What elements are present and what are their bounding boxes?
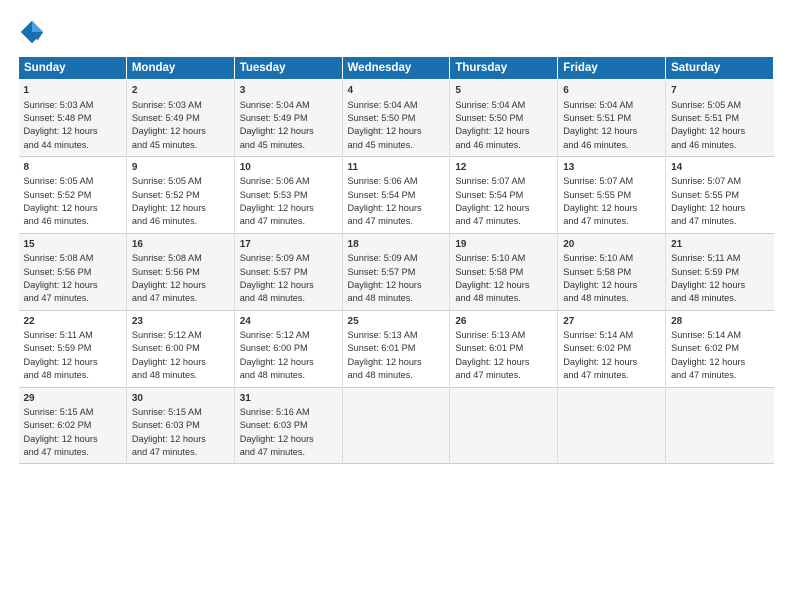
day-number: 3 <box>240 84 337 99</box>
day-number: 13 <box>563 161 660 176</box>
day-number: 30 <box>132 392 229 407</box>
week-row-1: 1Sunrise: 5:03 AMSunset: 5:48 PMDaylight… <box>19 80 774 157</box>
col-header-wednesday: Wednesday <box>342 57 450 80</box>
day-number: 7 <box>671 84 768 99</box>
day-number: 11 <box>348 161 445 176</box>
day-number: 24 <box>240 315 337 330</box>
cell-w5-d3: 31Sunrise: 5:16 AMSunset: 6:03 PMDayligh… <box>234 387 342 464</box>
day-number: 21 <box>671 238 768 253</box>
cell-w3-d4: 18Sunrise: 5:09 AMSunset: 5:57 PMDayligh… <box>342 233 450 310</box>
cell-w5-d4 <box>342 387 450 464</box>
cell-w3-d1: 15Sunrise: 5:08 AMSunset: 5:56 PMDayligh… <box>19 233 127 310</box>
cell-w3-d6: 20Sunrise: 5:10 AMSunset: 5:58 PMDayligh… <box>558 233 666 310</box>
col-header-thursday: Thursday <box>450 57 558 80</box>
day-number: 10 <box>240 161 337 176</box>
day-number: 31 <box>240 392 337 407</box>
day-number: 5 <box>455 84 552 99</box>
cell-w1-d1: 1Sunrise: 5:03 AMSunset: 5:48 PMDaylight… <box>19 80 127 157</box>
week-row-2: 8Sunrise: 5:05 AMSunset: 5:52 PMDaylight… <box>19 156 774 233</box>
cell-w5-d7 <box>666 387 774 464</box>
cell-w2-d2: 9Sunrise: 5:05 AMSunset: 5:52 PMDaylight… <box>126 156 234 233</box>
logo <box>18 18 50 46</box>
cell-w5-d5 <box>450 387 558 464</box>
day-number: 9 <box>132 161 229 176</box>
cell-w5-d1: 29Sunrise: 5:15 AMSunset: 6:02 PMDayligh… <box>19 387 127 464</box>
cell-w1-d4: 4Sunrise: 5:04 AMSunset: 5:50 PMDaylight… <box>342 80 450 157</box>
day-number: 6 <box>563 84 660 99</box>
day-number: 16 <box>132 238 229 253</box>
cell-w2-d3: 10Sunrise: 5:06 AMSunset: 5:53 PMDayligh… <box>234 156 342 233</box>
cell-w4-d2: 23Sunrise: 5:12 AMSunset: 6:00 PMDayligh… <box>126 310 234 387</box>
col-header-tuesday: Tuesday <box>234 57 342 80</box>
day-number: 4 <box>348 84 445 99</box>
day-number: 28 <box>671 315 768 330</box>
calendar-body: 1Sunrise: 5:03 AMSunset: 5:48 PMDaylight… <box>19 80 774 464</box>
day-number: 19 <box>455 238 552 253</box>
calendar-table: SundayMondayTuesdayWednesdayThursdayFrid… <box>18 56 774 464</box>
cell-w3-d7: 21Sunrise: 5:11 AMSunset: 5:59 PMDayligh… <box>666 233 774 310</box>
day-number: 26 <box>455 315 552 330</box>
col-header-sunday: Sunday <box>19 57 127 80</box>
cell-w1-d3: 3Sunrise: 5:04 AMSunset: 5:49 PMDaylight… <box>234 80 342 157</box>
day-number: 18 <box>348 238 445 253</box>
cell-w1-d7: 7Sunrise: 5:05 AMSunset: 5:51 PMDaylight… <box>666 80 774 157</box>
day-number: 27 <box>563 315 660 330</box>
cell-w2-d4: 11Sunrise: 5:06 AMSunset: 5:54 PMDayligh… <box>342 156 450 233</box>
col-header-saturday: Saturday <box>666 57 774 80</box>
cell-w2-d6: 13Sunrise: 5:07 AMSunset: 5:55 PMDayligh… <box>558 156 666 233</box>
day-number: 1 <box>24 84 121 99</box>
page: SundayMondayTuesdayWednesdayThursdayFrid… <box>0 0 792 612</box>
day-number: 17 <box>240 238 337 253</box>
cell-w5-d2: 30Sunrise: 5:15 AMSunset: 6:03 PMDayligh… <box>126 387 234 464</box>
cell-w3-d2: 16Sunrise: 5:08 AMSunset: 5:56 PMDayligh… <box>126 233 234 310</box>
cell-w4-d6: 27Sunrise: 5:14 AMSunset: 6:02 PMDayligh… <box>558 310 666 387</box>
cell-w4-d1: 22Sunrise: 5:11 AMSunset: 5:59 PMDayligh… <box>19 310 127 387</box>
cell-w3-d3: 17Sunrise: 5:09 AMSunset: 5:57 PMDayligh… <box>234 233 342 310</box>
header <box>18 18 774 46</box>
cell-w4-d4: 25Sunrise: 5:13 AMSunset: 6:01 PMDayligh… <box>342 310 450 387</box>
cell-w4-d7: 28Sunrise: 5:14 AMSunset: 6:02 PMDayligh… <box>666 310 774 387</box>
day-number: 23 <box>132 315 229 330</box>
cell-w2-d7: 14Sunrise: 5:07 AMSunset: 5:55 PMDayligh… <box>666 156 774 233</box>
day-number: 20 <box>563 238 660 253</box>
logo-icon <box>18 18 46 46</box>
cell-w3-d5: 19Sunrise: 5:10 AMSunset: 5:58 PMDayligh… <box>450 233 558 310</box>
cell-w2-d5: 12Sunrise: 5:07 AMSunset: 5:54 PMDayligh… <box>450 156 558 233</box>
day-number: 14 <box>671 161 768 176</box>
day-number: 22 <box>24 315 121 330</box>
column-headers: SundayMondayTuesdayWednesdayThursdayFrid… <box>19 57 774 80</box>
day-number: 12 <box>455 161 552 176</box>
week-row-3: 15Sunrise: 5:08 AMSunset: 5:56 PMDayligh… <box>19 233 774 310</box>
col-header-monday: Monday <box>126 57 234 80</box>
cell-w4-d5: 26Sunrise: 5:13 AMSunset: 6:01 PMDayligh… <box>450 310 558 387</box>
cell-w1-d6: 6Sunrise: 5:04 AMSunset: 5:51 PMDaylight… <box>558 80 666 157</box>
day-number: 25 <box>348 315 445 330</box>
cell-w5-d6 <box>558 387 666 464</box>
cell-w4-d3: 24Sunrise: 5:12 AMSunset: 6:00 PMDayligh… <box>234 310 342 387</box>
col-header-friday: Friday <box>558 57 666 80</box>
cell-w1-d5: 5Sunrise: 5:04 AMSunset: 5:50 PMDaylight… <box>450 80 558 157</box>
cell-w2-d1: 8Sunrise: 5:05 AMSunset: 5:52 PMDaylight… <box>19 156 127 233</box>
week-row-4: 22Sunrise: 5:11 AMSunset: 5:59 PMDayligh… <box>19 310 774 387</box>
week-row-5: 29Sunrise: 5:15 AMSunset: 6:02 PMDayligh… <box>19 387 774 464</box>
day-number: 8 <box>24 161 121 176</box>
cell-w1-d2: 2Sunrise: 5:03 AMSunset: 5:49 PMDaylight… <box>126 80 234 157</box>
day-number: 29 <box>24 392 121 407</box>
day-number: 15 <box>24 238 121 253</box>
day-number: 2 <box>132 84 229 99</box>
